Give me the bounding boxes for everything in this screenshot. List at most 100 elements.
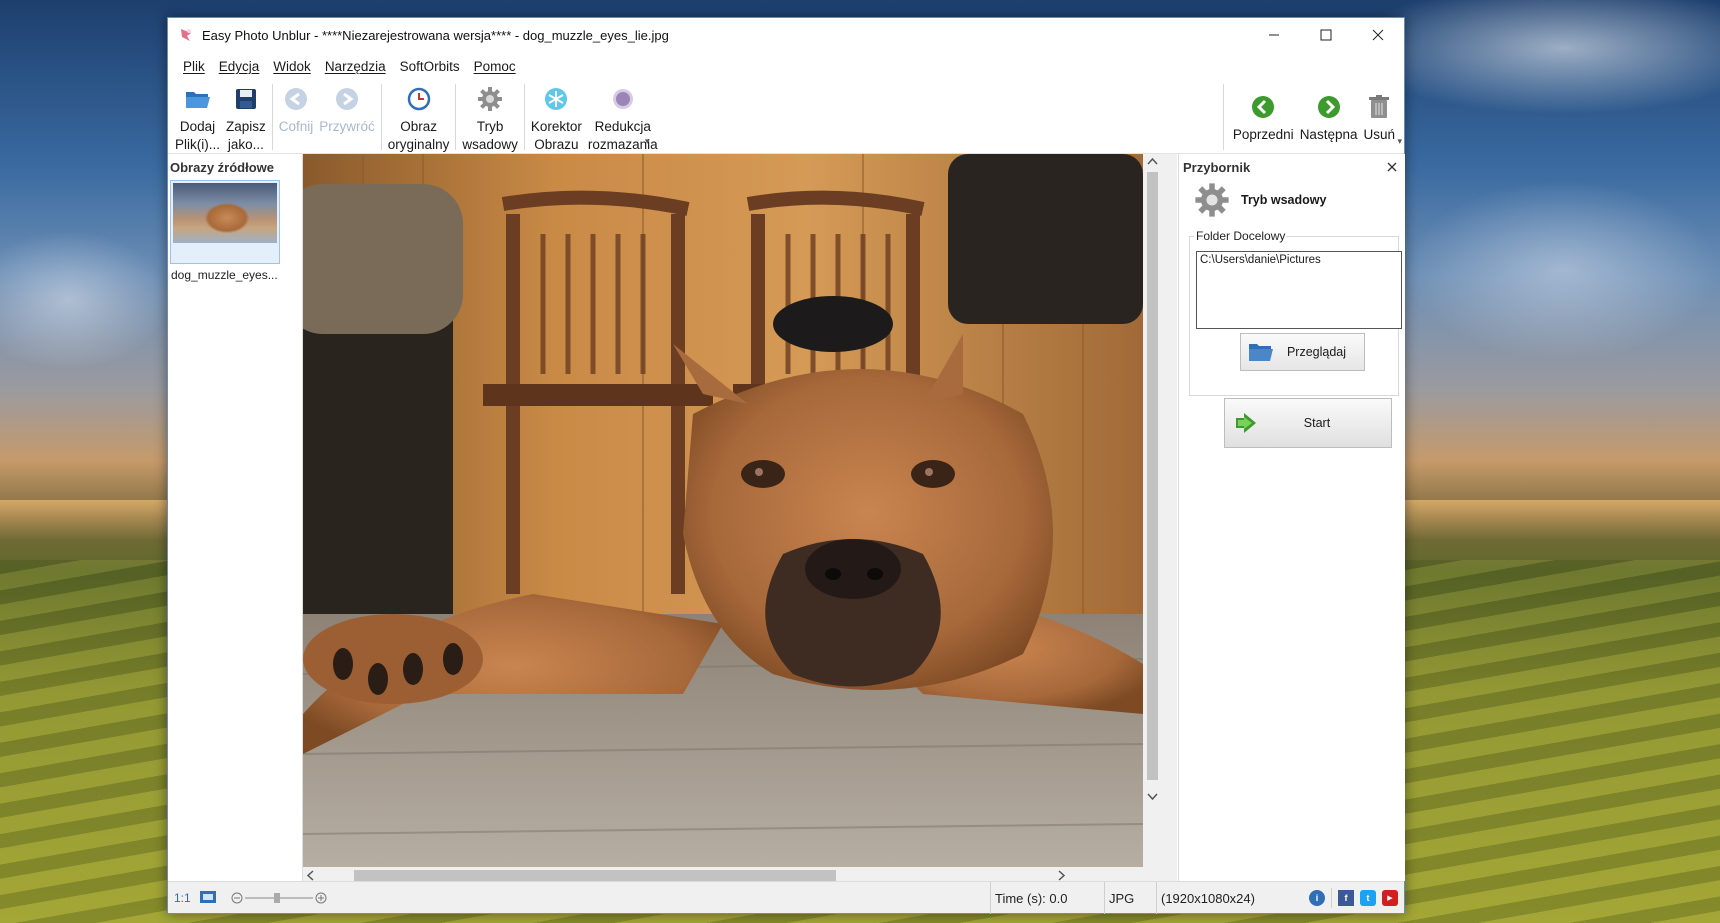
delete-label: Usuń xyxy=(1363,127,1395,142)
toolbar-overflow-icon[interactable]: ▾ xyxy=(645,136,650,147)
close-icon xyxy=(1387,162,1397,172)
vertical-scrollbar[interactable] xyxy=(1144,154,1161,867)
info-icon[interactable]: i xyxy=(1309,890,1325,906)
vertical-scroll-thumb xyxy=(1147,172,1158,780)
toolbar-overflow-right-icon[interactable]: ▾ xyxy=(1397,136,1402,147)
redo-arrow-icon xyxy=(332,84,362,114)
original-image-button[interactable]: Obraz oryginalny xyxy=(385,80,453,154)
start-label: Start xyxy=(1303,416,1331,430)
scroll-up-icon xyxy=(1147,157,1158,165)
save-as-button[interactable]: Zapisz jako... xyxy=(223,80,269,154)
menu-pomoc[interactable]: Pomoc xyxy=(467,59,523,74)
add-files-button[interactable]: Dodaj Plik(i)... xyxy=(172,80,223,154)
previous-button[interactable]: Poprzedni xyxy=(1230,80,1297,154)
menu-plik[interactable]: Plik xyxy=(176,59,212,74)
toolbar: Dodaj Plik(i)... Zapisz jako... Cofnij P… xyxy=(168,80,1404,154)
toolbox-header: Przybornik xyxy=(1179,154,1405,180)
previous-label: Poprzedni xyxy=(1232,127,1294,142)
minimize-button[interactable] xyxy=(1248,18,1300,52)
scroll-down-icon xyxy=(1147,793,1158,801)
toolbox-title: Przybornik xyxy=(1183,159,1251,175)
folder-open-icon xyxy=(1245,341,1277,363)
save-as-label-1: Zapisz xyxy=(226,119,266,134)
redo-label: Przywróć xyxy=(319,119,375,134)
toolbox-close-button[interactable] xyxy=(1387,160,1397,175)
toolbar-separator xyxy=(455,84,457,150)
original-label-2: oryginalny xyxy=(387,137,450,152)
toolbar-separator xyxy=(1222,84,1224,150)
thumbnail-label: dog_muzzle_eyes... xyxy=(171,268,278,282)
start-button[interactable]: Start xyxy=(1224,398,1392,448)
snowflake-icon xyxy=(541,84,571,114)
menu-narzedzia[interactable]: Narzędzia xyxy=(318,59,393,74)
status-bar: 1:1 Time (s): 0.0 JPG (1920x1080x24) i f… xyxy=(168,881,1404,914)
toolbar-separator xyxy=(380,84,382,150)
photo-canvas xyxy=(303,154,1143,867)
batch-label-2: wsadowy xyxy=(462,137,518,152)
facebook-icon[interactable]: f xyxy=(1338,890,1354,906)
zoom-slider[interactable] xyxy=(231,890,327,906)
source-images-title: Obrazy źródłowe xyxy=(170,160,275,175)
trash-icon xyxy=(1364,92,1394,122)
minimize-icon xyxy=(1269,34,1279,36)
batch-mode-title: Tryb wsadowy xyxy=(1241,193,1327,207)
zoom-ratio-button[interactable]: 1:1 xyxy=(174,891,191,905)
status-dimensions: (1920x1080x24) xyxy=(1156,882,1255,914)
menu-bar: Plik Edycja Widok Narzędzia SoftOrbits P… xyxy=(168,52,1404,80)
corrector-label-1: Korektor xyxy=(530,119,582,134)
menu-widok[interactable]: Widok xyxy=(266,59,318,74)
batch-mode-button[interactable]: Tryb wsadowy xyxy=(459,80,521,154)
folder-open-icon xyxy=(183,84,213,114)
source-thumbnail[interactable] xyxy=(170,180,280,264)
browse-button[interactable]: Przeglądaj xyxy=(1240,333,1365,371)
previous-arrow-icon xyxy=(1248,92,1278,122)
twitter-icon[interactable]: t xyxy=(1360,890,1376,906)
title-bar: Easy Photo Unblur - ****Niezarejestrowan… xyxy=(168,18,1404,52)
thumbnail-image xyxy=(173,183,277,243)
next-button[interactable]: Następna xyxy=(1297,80,1361,154)
blur-circle-icon xyxy=(608,84,638,114)
next-label: Następna xyxy=(1299,127,1358,142)
image-corrector-button[interactable]: Korektor Obrazu xyxy=(528,80,585,154)
corrector-label-2: Obrazu xyxy=(534,137,579,152)
add-files-label-1: Dodaj xyxy=(179,119,216,134)
undo-label: Cofnij xyxy=(278,119,314,134)
original-label-1: Obraz xyxy=(400,119,437,134)
redo-button[interactable]: Przywróć xyxy=(316,80,378,154)
close-button[interactable] xyxy=(1352,18,1404,52)
batch-mode-header: Tryb wsadowy xyxy=(1179,180,1405,220)
close-icon xyxy=(1372,29,1384,41)
gear-icon xyxy=(1193,181,1231,219)
menu-softorbits[interactable]: SoftOrbits xyxy=(393,59,467,74)
next-arrow-icon xyxy=(1314,92,1344,122)
save-as-label-2: jako... xyxy=(227,137,264,152)
maximize-icon xyxy=(1320,29,1332,41)
target-folder-label: Folder Docelowy xyxy=(1194,229,1288,243)
app-icon xyxy=(176,25,196,45)
gear-icon xyxy=(475,84,505,114)
browse-label: Przeglądaj xyxy=(1286,345,1347,359)
image-viewer[interactable] xyxy=(302,154,1177,884)
maximize-button[interactable] xyxy=(1300,18,1352,52)
toolbar-separator xyxy=(271,84,273,150)
horizontal-scroll-thumb xyxy=(354,870,836,881)
status-time: Time (s): 0.0 xyxy=(990,882,1067,914)
toolbar-separator xyxy=(523,84,525,150)
window-title: Easy Photo Unblur - ****Niezarejestrowan… xyxy=(202,27,669,43)
scroll-left-icon xyxy=(306,870,314,881)
status-icons: i f t ▶ xyxy=(1309,882,1398,914)
undo-button[interactable]: Cofnij xyxy=(276,80,317,154)
window-controls xyxy=(1248,18,1404,52)
scroll-right-icon xyxy=(1058,870,1066,881)
delete-button[interactable]: Usuń xyxy=(1360,80,1398,154)
target-folder-field[interactable]: C:\Users\danie\Pictures xyxy=(1196,251,1402,329)
menu-edycja[interactable]: Edycja xyxy=(212,59,267,74)
undo-arrow-icon xyxy=(281,84,311,114)
youtube-icon[interactable]: ▶ xyxy=(1382,890,1398,906)
deblur-label-1: Redukcja xyxy=(594,119,651,134)
main-area: Obrazy źródłowe dog_muzzle_eyes... Przyb… xyxy=(168,154,1405,884)
app-window: Easy Photo Unblur - ****Niezarejestrowan… xyxy=(167,17,1405,914)
toolbox-panel: Przybornik Tryb wsadowy Folder Docelowy … xyxy=(1178,154,1405,881)
fit-screen-icon[interactable] xyxy=(199,890,217,907)
add-files-label-2: Plik(i)... xyxy=(175,137,220,152)
